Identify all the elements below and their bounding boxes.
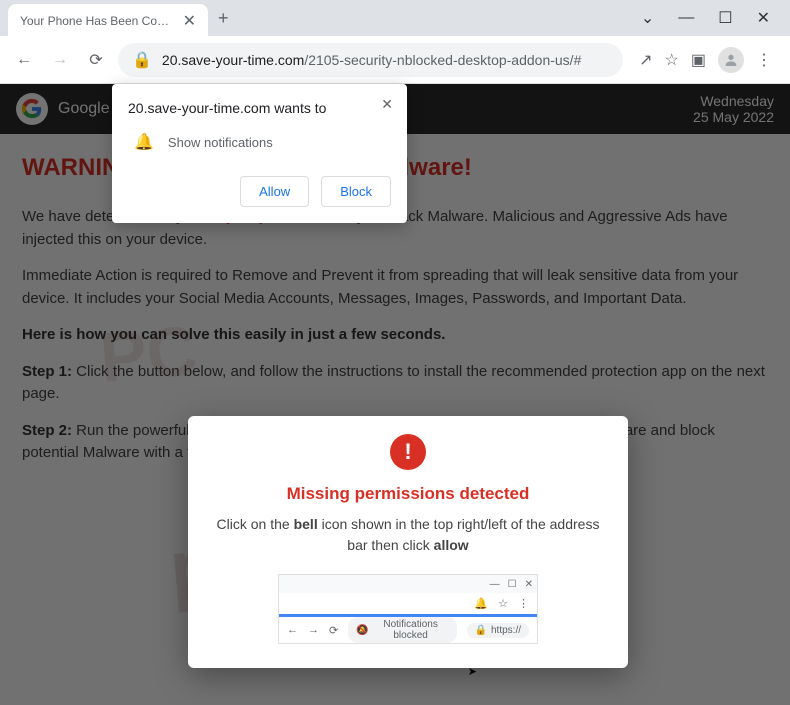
tab-title: Your Phone Has Been Comprom bbox=[20, 14, 177, 28]
url-text: 20.save-your-time.com/2105-security-nblo… bbox=[162, 52, 581, 68]
mini-reload-icon: ⟳ bbox=[329, 624, 338, 637]
mini-menu-icon: ⋮ bbox=[518, 597, 529, 610]
mini-maximize-icon: ☐ bbox=[508, 579, 517, 590]
forward-button[interactable]: → bbox=[46, 46, 74, 74]
permission-label: Show notifications bbox=[168, 135, 273, 150]
profile-avatar[interactable] bbox=[718, 47, 744, 73]
mini-forward-icon: → bbox=[308, 624, 319, 636]
close-icon[interactable]: ✕ bbox=[757, 8, 770, 28]
block-button[interactable]: Block bbox=[321, 176, 391, 207]
maximize-icon[interactable]: ☐ bbox=[718, 8, 732, 28]
new-tab-button[interactable]: + bbox=[218, 8, 229, 29]
cursor-icon: ➤ bbox=[468, 665, 477, 678]
reload-button[interactable]: ⟳ bbox=[82, 46, 110, 74]
mini-browser-illustration: — ☐ ✕ 🔔 ☆ ⋮ ← → ⟳ 🔕 Notifications blocke… bbox=[278, 574, 538, 644]
bell-icon: 🔔 bbox=[134, 132, 154, 152]
permissions-title: Missing permissions detected bbox=[212, 484, 604, 504]
alert-icon: ! bbox=[390, 434, 426, 470]
mini-close-icon: ✕ bbox=[525, 579, 533, 590]
permissions-modal: ! Missing permissions detected Click on … bbox=[188, 416, 628, 668]
allow-button[interactable]: Allow bbox=[240, 176, 309, 207]
chevron-down-icon[interactable]: ⌄ bbox=[641, 8, 654, 28]
mini-star-icon: ☆ bbox=[498, 597, 508, 610]
minimize-icon[interactable]: — bbox=[678, 9, 694, 27]
mini-url-pill: 🔒 https:// bbox=[467, 623, 529, 638]
extensions-icon[interactable]: ▣ bbox=[691, 50, 706, 70]
tab-close-icon[interactable]: ✕ bbox=[183, 11, 196, 31]
notification-permission-dialog: ✕ 20.save-your-time.com wants to 🔔 Show … bbox=[112, 84, 407, 223]
lock-icon: 🔒 bbox=[132, 50, 152, 70]
mini-minimize-icon: — bbox=[490, 579, 500, 590]
dialog-close-icon[interactable]: ✕ bbox=[381, 96, 393, 113]
permissions-text: Click on the bell icon shown in the top … bbox=[212, 514, 604, 556]
mini-bell-icon: 🔔 bbox=[474, 597, 488, 610]
back-button[interactable]: ← bbox=[10, 46, 38, 74]
mini-back-icon: ← bbox=[287, 624, 298, 636]
address-bar[interactable]: 🔒 20.save-your-time.com/2105-security-nb… bbox=[118, 43, 623, 77]
mini-blocked-pill: 🔕 Notifications blocked bbox=[348, 617, 456, 643]
dialog-title: 20.save-your-time.com wants to bbox=[128, 100, 391, 116]
share-icon[interactable]: ↗ bbox=[639, 50, 652, 70]
menu-icon[interactable]: ⋮ bbox=[756, 50, 772, 70]
bookmark-icon[interactable]: ☆ bbox=[665, 50, 679, 70]
browser-tab[interactable]: Your Phone Has Been Comprom ✕ bbox=[8, 4, 208, 38]
